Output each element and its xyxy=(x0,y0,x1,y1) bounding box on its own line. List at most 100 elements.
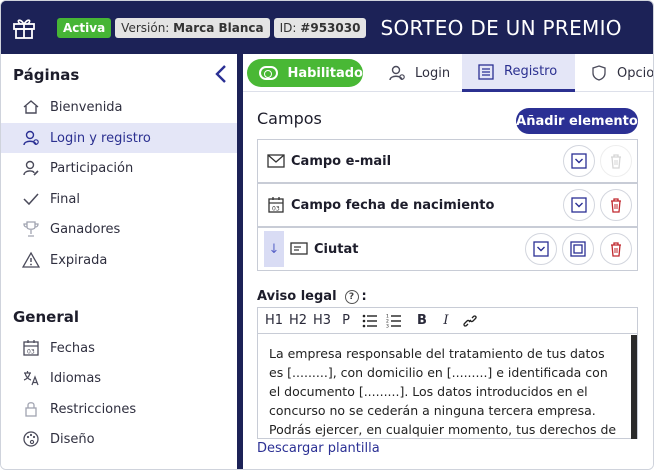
chevron-down-icon xyxy=(571,197,587,213)
status-badge: Activa xyxy=(57,17,112,38)
top-header: Activa Versión: Marca Blanca ID: #953030… xyxy=(1,1,653,54)
warning-icon xyxy=(21,250,41,270)
sidebar-item-login-registro[interactable]: Login y registro xyxy=(1,123,237,153)
sidebar-item-label: Bienvenida xyxy=(50,99,123,115)
sidebar-item-label: Restricciones xyxy=(50,401,137,417)
tab-label: Registro xyxy=(504,64,558,79)
svg-text:03: 03 xyxy=(27,349,35,356)
field-delete-button[interactable] xyxy=(600,233,632,265)
sidebar-item-label: Login y registro xyxy=(50,130,151,146)
toggle-icon xyxy=(259,66,279,80)
field-label: Campo fecha de nacimiento xyxy=(291,197,495,213)
trash-icon xyxy=(611,154,621,169)
sidebar-item-idiomas[interactable]: Idiomas xyxy=(1,363,237,393)
field-delete-button[interactable] xyxy=(600,189,632,221)
field-expand-button[interactable] xyxy=(563,189,595,221)
field-row-birthdate[interactable]: 03 Campo fecha de nacimiento xyxy=(257,183,638,227)
heading2-button[interactable]: H2 xyxy=(286,310,310,332)
copy-icon xyxy=(570,241,586,257)
user-icon xyxy=(21,128,41,148)
bold-icon[interactable]: B xyxy=(410,310,434,332)
add-element-button[interactable]: Añadir elemento xyxy=(516,108,638,134)
field-duplicate-button[interactable] xyxy=(562,233,594,265)
form-icon xyxy=(476,62,496,82)
numbered-list-icon[interactable]: 123 xyxy=(382,310,406,332)
field-expand-button[interactable] xyxy=(525,233,557,265)
chevron-down-icon xyxy=(533,241,549,257)
editor-toolbar: H1 H2 H3 P 123 B I xyxy=(258,308,637,334)
trophy-icon xyxy=(21,219,41,239)
sidebar-item-final[interactable]: Final xyxy=(1,184,237,214)
collapse-chevron-icon[interactable] xyxy=(213,64,229,84)
tab-opciones[interactable]: Opcio xyxy=(589,54,654,92)
bullet-list-icon[interactable] xyxy=(358,310,382,332)
main-panel: Campos Añadir elemento Campo e-mail 03 C… xyxy=(243,93,653,469)
toggle-label: Habilitado xyxy=(287,65,363,81)
link-icon[interactable] xyxy=(458,310,482,332)
sidebar-section-general: General xyxy=(13,308,79,326)
envelope-icon xyxy=(267,152,285,170)
id-badge: ID: #953030 xyxy=(273,17,367,38)
version-prefix: Versión: xyxy=(121,20,170,35)
version-badge: Versión: Marca Blanca xyxy=(115,17,270,38)
palette-icon xyxy=(21,429,41,449)
help-icon[interactable]: ? xyxy=(344,289,359,304)
sidebar: Páginas Bienvenida Login y registro Part… xyxy=(1,54,237,469)
tab-bar: Habilitado Login Registro Opcio xyxy=(243,54,654,92)
sidebar-item-ganadores[interactable]: Ganadores xyxy=(1,214,237,244)
download-template-link[interactable]: Descargar plantilla xyxy=(257,441,380,456)
sidebar-item-diseno[interactable]: Diseño xyxy=(1,424,237,454)
sidebar-item-fechas[interactable]: 03 Fechas xyxy=(1,333,237,363)
sidebar-item-restricciones[interactable]: Restricciones xyxy=(1,394,237,424)
tab-registro[interactable]: Registro xyxy=(462,54,575,92)
input-field-icon xyxy=(290,240,308,258)
legal-notice-colon: : xyxy=(361,289,367,304)
field-delete-button-disabled[interactable] xyxy=(600,145,632,177)
editor-scrollbar[interactable] xyxy=(631,335,637,439)
heading3-button[interactable]: H3 xyxy=(310,310,334,332)
sidebar-item-label: Participación xyxy=(50,160,134,176)
trash-icon xyxy=(611,242,621,257)
legal-notice-title: Aviso legal xyxy=(257,289,337,304)
sidebar-item-bienvenida[interactable]: Bienvenida xyxy=(1,92,237,122)
app-window: Activa Versión: Marca Blanca ID: #953030… xyxy=(0,0,654,470)
sidebar-item-label: Ganadores xyxy=(50,221,121,237)
paragraph-button[interactable]: P xyxy=(334,310,358,332)
sidebar-item-expirada[interactable]: Expirada xyxy=(1,245,237,275)
field-label: Ciutat xyxy=(314,241,359,257)
lock-icon xyxy=(21,399,41,419)
calendar-icon: 03 xyxy=(21,338,41,358)
id-value: #953030 xyxy=(300,20,361,35)
user-edit-icon xyxy=(21,158,41,178)
page-title: SORTEO DE UN PREMIO xyxy=(380,15,622,40)
sidebar-item-label: Final xyxy=(50,191,80,207)
field-expand-button[interactable] xyxy=(563,145,595,177)
sidebar-item-label: Idiomas xyxy=(50,370,102,386)
check-icon xyxy=(21,189,41,209)
enabled-toggle[interactable]: Habilitado xyxy=(247,59,363,87)
translate-icon xyxy=(21,368,41,388)
id-prefix: ID: xyxy=(279,20,297,35)
tab-label: Login xyxy=(415,65,451,81)
legal-text-body[interactable]: La empresa responsable del tratamiento d… xyxy=(258,335,631,439)
drag-handle-arrow-icon[interactable]: ↓ xyxy=(264,231,284,267)
field-row-email[interactable]: Campo e-mail xyxy=(257,139,638,183)
field-label: Campo e-mail xyxy=(291,153,392,169)
version-value: Marca Blanca xyxy=(173,20,264,35)
italic-icon[interactable]: I xyxy=(434,310,458,332)
gift-icon[interactable] xyxy=(1,1,47,54)
user-icon xyxy=(387,63,407,83)
svg-text:3: 3 xyxy=(386,324,389,329)
section-title: Campos xyxy=(257,109,322,128)
field-row-ciutat[interactable]: ↓ Ciutat xyxy=(257,227,638,271)
heading1-button[interactable]: H1 xyxy=(262,310,286,332)
tab-login[interactable]: Login xyxy=(379,54,458,92)
tab-label: Opcio xyxy=(617,65,654,81)
legal-notice-label: Aviso legal ? : xyxy=(257,289,367,304)
calendar-icon: 03 xyxy=(267,196,285,214)
sidebar-item-label: Diseño xyxy=(50,431,95,447)
sidebar-item-participacion[interactable]: Participación xyxy=(1,153,237,183)
rich-text-editor[interactable]: H1 H2 H3 P 123 B I La empresa responsabl… xyxy=(257,307,638,439)
sidebar-section-paginas: Páginas xyxy=(13,66,80,84)
home-icon xyxy=(21,97,41,117)
